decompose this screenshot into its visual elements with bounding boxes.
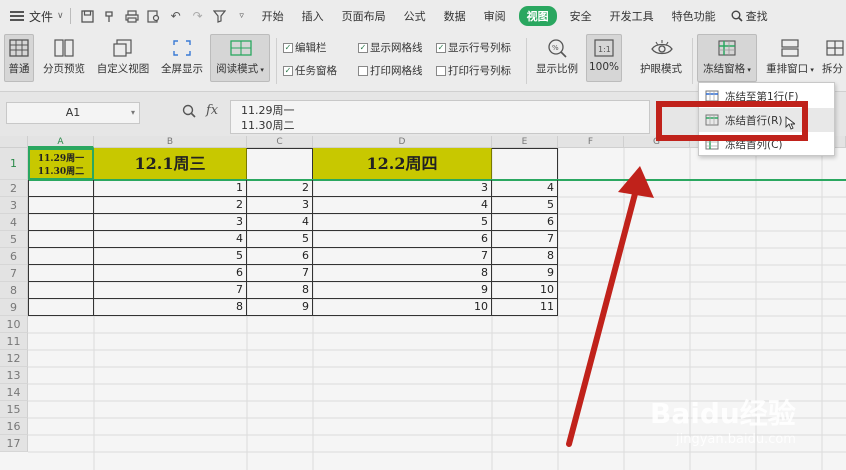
watermark-logo: Baidu经验	[650, 397, 796, 430]
watermark-url: jingyan.baidu.com	[676, 432, 796, 447]
